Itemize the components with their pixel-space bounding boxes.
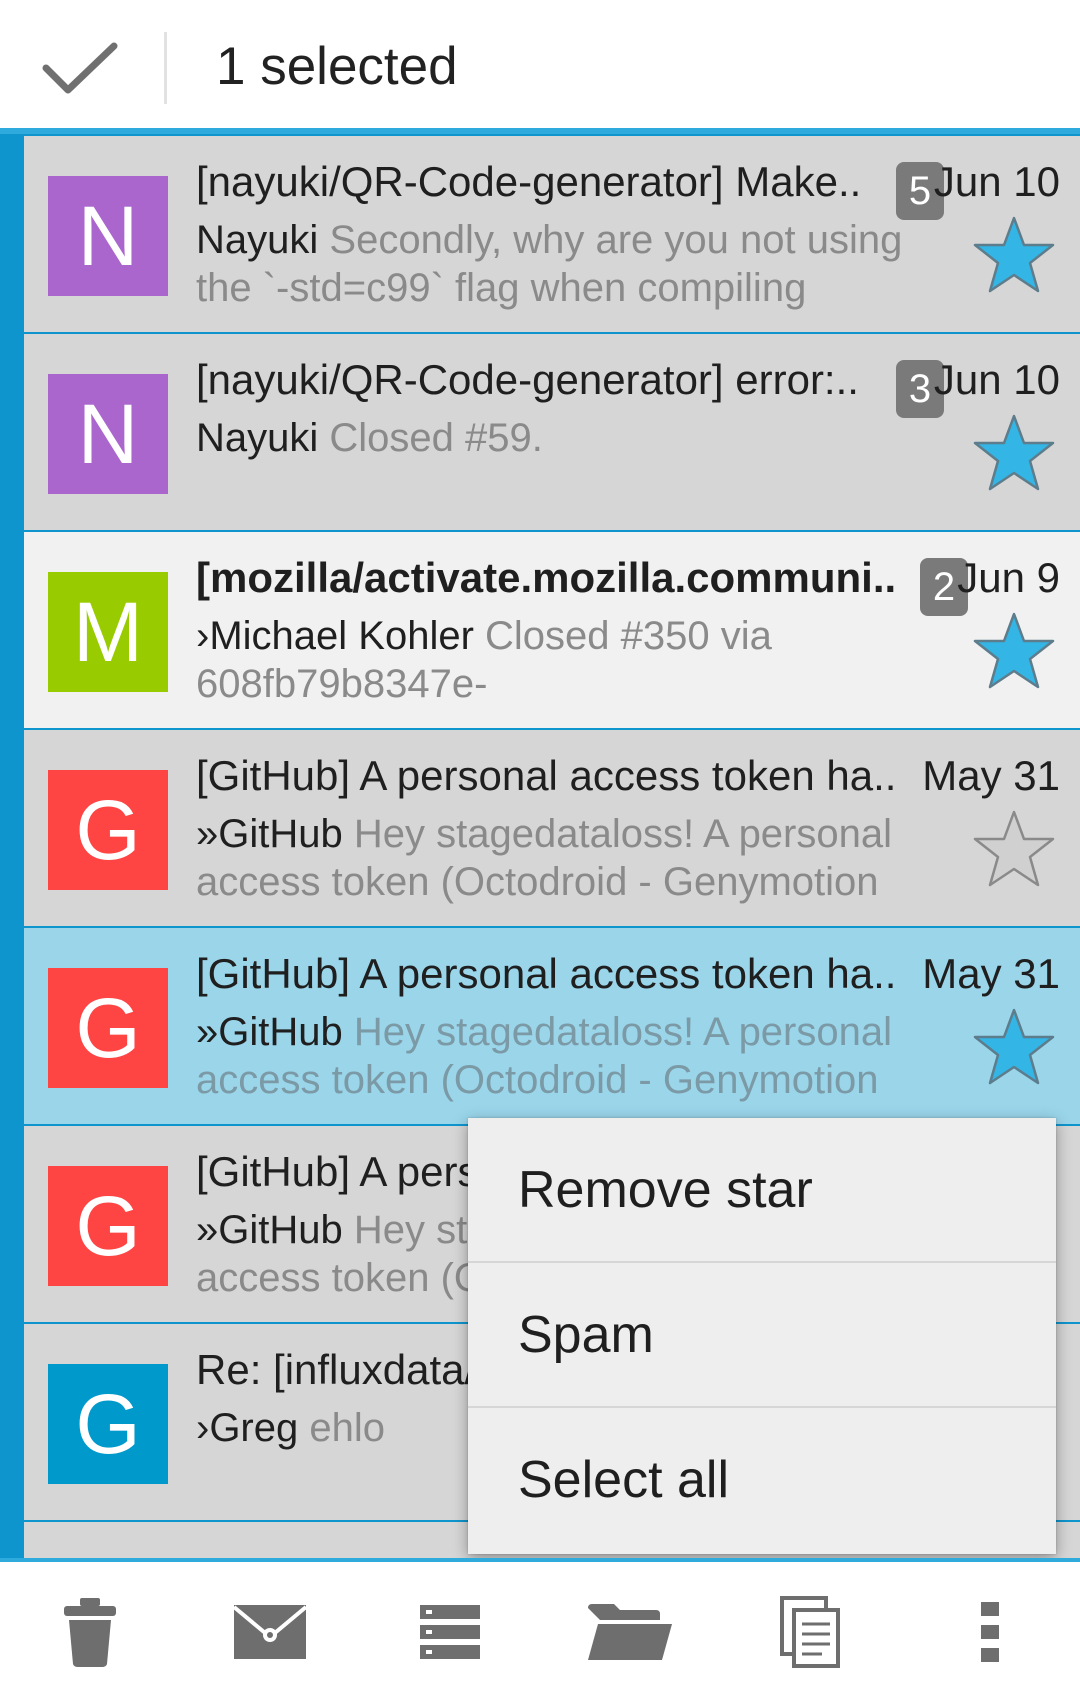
- message-subject: Re: [influxdata/: [196, 1346, 477, 1393]
- message-row[interactable]: M [mozilla/activate.mozilla.communi.. 2 …: [24, 532, 1080, 728]
- message-subject: [nayuki/QR-Code-generator] Make..: [196, 158, 862, 205]
- message-snippet: ehlo: [309, 1406, 385, 1450]
- message-preview: ›Michael Kohler Closed #350 via 608fb79b…: [196, 612, 916, 708]
- message-preview: »GitHub Hey stagedataloss! A personal ac…: [196, 1008, 916, 1104]
- message-sender: ›Michael Kohler: [196, 614, 474, 658]
- star-outline-icon[interactable]: [972, 808, 1056, 888]
- message-date: Jun 10: [933, 158, 1060, 205]
- menu-item-spam[interactable]: Spam: [468, 1263, 1056, 1408]
- menu-item-select-all[interactable]: Select all: [468, 1408, 1056, 1553]
- star-icon[interactable]: [972, 610, 1056, 690]
- avatar[interactable]: G: [48, 1364, 168, 1484]
- menu-item-remove-star[interactable]: Remove star: [468, 1118, 1056, 1263]
- copy-button[interactable]: [760, 1592, 860, 1672]
- message-row[interactable]: N [nayuki/QR-Code-generator] error:.. 3 …: [24, 334, 1080, 530]
- action-bar: 1 selected: [0, 0, 1080, 134]
- message-sender: Nayuki: [196, 218, 319, 262]
- mark-read-icon: [232, 1605, 308, 1659]
- overflow-menu: Remove star Spam Select all: [468, 1118, 1056, 1554]
- avatar[interactable]: G: [48, 1166, 168, 1286]
- folder-button[interactable]: [580, 1592, 680, 1672]
- message-date: May 31: [922, 950, 1060, 997]
- selection-count-title: 1 selected: [216, 37, 458, 96]
- star-icon[interactable]: [972, 412, 1056, 492]
- message-subject: [GitHub] A personal access token ha..: [196, 950, 897, 997]
- message-date: Jun 9: [957, 554, 1060, 601]
- overflow-icon: [981, 1602, 999, 1662]
- message-preview: »GitHub Hey stagedataloss! A personal ac…: [196, 810, 916, 906]
- mark-read-button[interactable]: [220, 1592, 320, 1672]
- copy-icon: [780, 1596, 840, 1668]
- trash-icon: [64, 1598, 116, 1667]
- message-row-selected[interactable]: G [GitHub] A personal access token ha.. …: [24, 928, 1080, 1124]
- message-date: May 31: [922, 752, 1060, 799]
- star-icon[interactable]: [972, 214, 1056, 294]
- message-sender: Nayuki: [196, 416, 319, 460]
- message-preview: Nayuki Secondly, why are you not using t…: [196, 216, 916, 312]
- message-snippet: Closed #59.: [329, 416, 543, 460]
- avatar[interactable]: G: [48, 968, 168, 1088]
- avatar[interactable]: M: [48, 572, 168, 692]
- message-sender: »GitHub: [196, 1010, 343, 1054]
- message-sender: »GitHub: [196, 1208, 343, 1252]
- delete-button[interactable]: [40, 1592, 140, 1672]
- move-button[interactable]: [400, 1592, 500, 1672]
- avatar[interactable]: G: [48, 770, 168, 890]
- check-icon[interactable]: [40, 38, 120, 98]
- action-bar-divider: [164, 32, 167, 104]
- avatar[interactable]: N: [48, 374, 168, 494]
- folder-icon: [588, 1604, 672, 1660]
- message-row[interactable]: G [GitHub] A personal access token ha.. …: [24, 730, 1080, 926]
- bottom-toolbar: [0, 1558, 1080, 1699]
- star-icon[interactable]: [972, 1006, 1056, 1086]
- list-icon: [420, 1605, 480, 1659]
- message-subject: [mozilla/activate.mozilla.communi..: [196, 554, 897, 601]
- message-sender: »GitHub: [196, 812, 343, 856]
- message-sender: ›Greg: [196, 1406, 299, 1450]
- message-subject: [GitHub] A personal access token ha..: [196, 752, 897, 799]
- overflow-button[interactable]: [940, 1592, 1040, 1672]
- message-subject: [nayuki/QR-Code-generator] error:..: [196, 356, 859, 403]
- avatar[interactable]: N: [48, 176, 168, 296]
- message-row[interactable]: N [nayuki/QR-Code-generator] Make.. 5 Ju…: [24, 136, 1080, 332]
- message-date: Jun 10: [933, 356, 1060, 403]
- message-preview: Nayuki Closed #59.: [196, 414, 916, 462]
